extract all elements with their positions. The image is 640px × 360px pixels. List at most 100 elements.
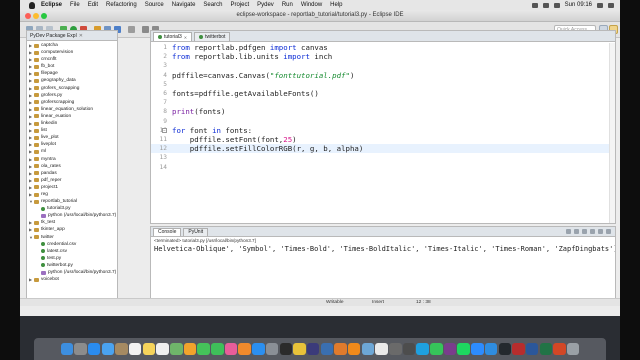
code-line[interactable]: 6 fonts=pdffile.getAvailableFonts() [151,89,615,98]
tree-item[interactable]: ▶ geography_data [29,77,117,84]
console-output[interactable]: Helvetica-Oblique', 'Symbol', 'Times-Bol… [151,244,615,254]
textedit-icon[interactable] [375,342,388,356]
menu-source[interactable]: Source [145,2,164,8]
code-line[interactable]: 4 pdffile=canvas.Canvas("fonttutorial.pdf… [151,71,615,80]
reminders-icon[interactable] [156,342,169,356]
xcode-icon[interactable] [484,342,498,356]
menu-edit[interactable]: Edit [88,2,98,8]
tab-pyunit[interactable]: PyUnit [183,228,209,236]
code-line[interactable]: 7 [151,98,615,107]
tree-item[interactable]: ▶ fb_bot [29,63,117,70]
clear-console-icon[interactable] [582,229,587,234]
whatsapp-icon[interactable] [430,342,443,356]
word-icon[interactable] [525,342,539,356]
tree-item[interactable]: ▶ ml [29,148,117,155]
messages-icon[interactable] [197,342,210,356]
tree-item[interactable]: ▶ crncnflt [29,56,117,63]
spotify-icon[interactable] [457,342,470,356]
photos-icon[interactable] [183,342,197,356]
tree-item[interactable]: ▶ grofers.py [29,92,117,99]
volume-icon[interactable] [542,2,549,8]
tree-item[interactable]: python (/usr/local/bin/python3.7) [29,269,117,276]
finder-icon[interactable] [60,342,74,356]
menu-file[interactable]: File [70,2,80,8]
tree-item[interactable]: python (/usr/local/bin/python3.7) [29,212,117,219]
tree-item[interactable]: ▶ voicebot [29,276,117,283]
code-line[interactable]: 14 [151,163,615,172]
tree-item[interactable]: ▶ filepage [29,70,117,77]
app-store-icon[interactable] [252,342,265,356]
battery-icon[interactable] [553,2,560,8]
tree-item[interactable]: ▶ linear_equation_solution [29,106,117,113]
tree-item[interactable]: ▶ liveplot [29,141,117,148]
tab-tutorial3[interactable]: tutorial3 ✕ [153,32,193,41]
menu-refactoring[interactable]: Refactoring [106,2,137,8]
powerpoint-icon[interactable] [553,342,566,356]
itunes-icon[interactable] [224,342,238,356]
code-line[interactable]: 5 [151,80,615,89]
skype-icon[interactable] [416,342,429,356]
tree-item[interactable]: latest.csv [29,248,117,255]
code-line[interactable]: 10for font in fonts:− [151,126,615,135]
code-line[interactable]: 2 from reportlab.lib.units import inch [151,52,615,61]
github-icon[interactable] [498,342,512,356]
slack-icon[interactable] [443,342,457,356]
tree-item[interactable]: ▶ groferscrapping [29,99,117,106]
calculator-icon[interactable] [389,342,402,356]
code-line[interactable]: 1 from reportlab.pdfgen import canvas [151,43,615,52]
tree-item[interactable]: ▶ grofers_scrapping [29,85,117,92]
wifi-icon[interactable] [531,2,538,8]
fold-toggle-icon[interactable]: − [162,127,167,133]
pin-console-icon[interactable] [598,229,603,234]
tree-item[interactable]: ▶ tkinter_app [29,226,117,233]
tree-item[interactable]: ▶ linkedin [29,120,117,127]
tree-item[interactable]: ▼ reportlab_tutorial [29,198,117,205]
tree-item[interactable]: ▶ pandas [29,170,117,177]
scroll-lock-icon[interactable] [590,229,595,234]
tab-twitterbot[interactable]: twitterbot [194,32,231,41]
python-icon[interactable] [320,342,334,356]
filezilla-icon[interactable] [512,342,525,356]
code-line[interactable]: 8 print(fonts) [151,107,615,116]
notification-center-icon[interactable] [608,2,614,8]
menu-pydev[interactable]: Pydev [257,2,274,8]
contacts-icon[interactable] [115,342,128,356]
explorer-tab[interactable]: PyDev Package Expl ✕ [27,31,117,41]
calendar-icon[interactable] [128,342,142,356]
tree-item[interactable]: ▶ project1 [29,184,117,191]
excel-icon[interactable] [539,342,553,356]
menu-eclipse[interactable]: Eclipse [41,2,62,8]
tree-item[interactable]: ▶ ola_rates [29,163,117,170]
tree-item[interactable]: ▶ reg [29,191,117,198]
system-preferences-icon[interactable] [265,342,279,356]
close-icon[interactable]: ✕ [184,35,187,40]
safari-icon[interactable] [87,342,101,356]
tree-item[interactable]: ▶ computervision [29,49,117,56]
tree-item[interactable]: ▶ tk_test [29,219,117,226]
tree-item[interactable]: ▶ linear_euation [29,113,117,120]
remove-launch-icon[interactable] [574,229,579,234]
apple-menu-icon[interactable] [29,1,35,9]
tab-console[interactable]: Console [153,228,182,236]
notes-icon[interactable] [142,342,156,356]
eclipse-icon[interactable] [306,342,320,356]
code-line[interactable]: 11 pdffile.setFont(font,25) [151,135,615,144]
facetime-icon[interactable] [211,342,224,356]
tree-item[interactable]: ▶ live_plot [29,134,117,141]
menu-search[interactable]: Search [203,2,222,8]
code-line[interactable]: 13 [151,153,615,162]
tree-item[interactable]: ▼ twitter [29,234,117,241]
sublime-icon[interactable] [334,342,347,356]
mail-icon[interactable] [101,342,115,356]
display-console-icon[interactable] [606,229,611,234]
code-line[interactable]: 9 [151,117,615,126]
tree-item[interactable]: ▶ captcha [29,42,117,49]
tree-item[interactable]: tutorial3.py [29,205,117,212]
menubar-clock[interactable]: Sun 09:16 [565,2,592,8]
vlc-icon[interactable] [347,342,361,356]
back-icon[interactable] [142,26,149,33]
menu-project[interactable]: Project [230,2,249,8]
launchpad-icon[interactable] [74,342,87,356]
zoom-icon[interactable] [471,342,484,356]
tree-item[interactable]: credential.csv [29,241,117,248]
